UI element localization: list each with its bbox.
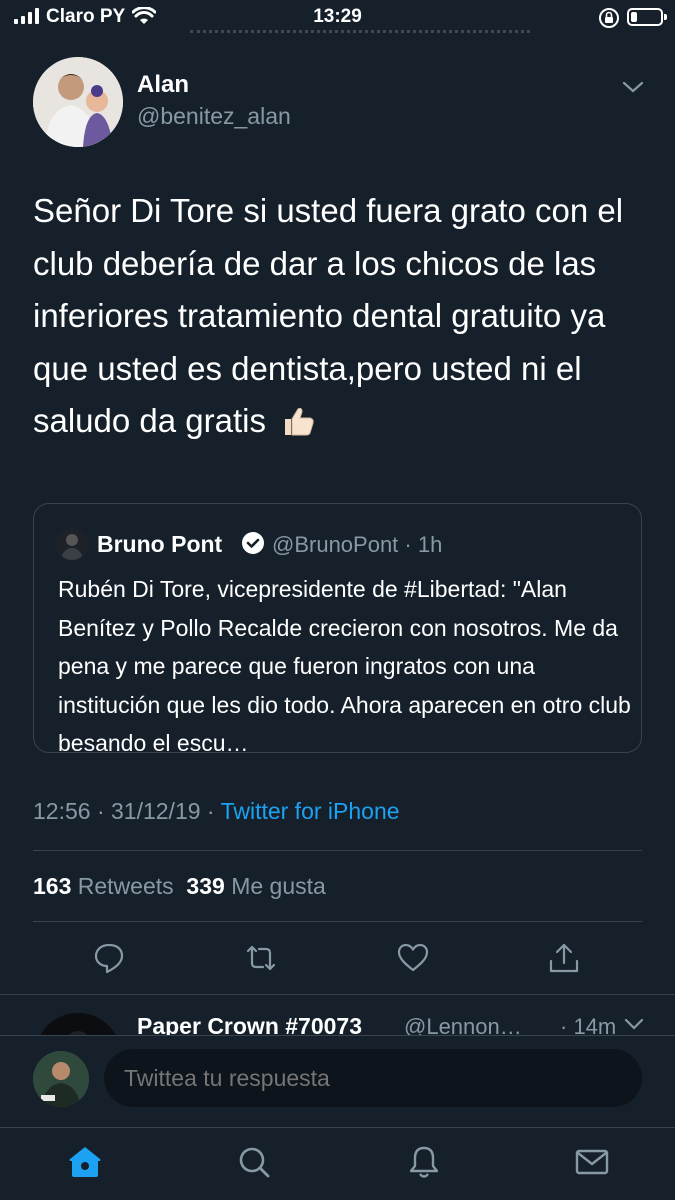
tweet-timestamp: 12:56 · 31/12/19 · Twitter for iPhone bbox=[33, 798, 400, 825]
share-icon[interactable] bbox=[547, 941, 581, 975]
quote-author-handle: @BrunoPont · 1h bbox=[272, 532, 443, 557]
reply-composer bbox=[0, 1035, 675, 1127]
bottom-tab-bar bbox=[0, 1127, 675, 1200]
author-handle[interactable]: @benitez_alan bbox=[137, 103, 291, 130]
tweet-time: 12:56 · 31/12/19 · bbox=[33, 798, 221, 824]
quote-text: Rubén Di Tore, vicepresidente de #Libert… bbox=[58, 576, 631, 756]
reply-input[interactable] bbox=[104, 1049, 642, 1107]
messages-envelope-icon[interactable] bbox=[574, 1144, 610, 1180]
quoted-tweet[interactable]: Bruno Pont @BrunoPont · 1h Rubén Di Tore… bbox=[33, 503, 642, 756]
verified-badge-icon bbox=[242, 532, 264, 554]
previous-tweet-edge bbox=[190, 24, 530, 34]
current-user-avatar[interactable] bbox=[33, 1051, 89, 1107]
tweet-stats: 163 Retweets 339 Me gusta bbox=[33, 873, 326, 900]
retweets-label[interactable]: Retweets bbox=[78, 873, 174, 899]
quote-author-name[interactable]: Bruno Pont bbox=[97, 531, 222, 558]
search-icon[interactable] bbox=[236, 1144, 272, 1180]
battery-icon bbox=[627, 8, 667, 26]
like-count[interactable]: 339 bbox=[186, 873, 224, 899]
notifications-bell-icon[interactable] bbox=[406, 1144, 442, 1180]
tweet-source-link[interactable]: Twitter for iPhone bbox=[221, 798, 400, 824]
rotation-lock-icon bbox=[599, 8, 619, 28]
retweet-count[interactable]: 163 bbox=[33, 873, 71, 899]
thumbs-up-emoji bbox=[285, 407, 314, 436]
author-name[interactable]: Alan bbox=[137, 71, 189, 99]
avatar[interactable] bbox=[33, 57, 123, 147]
divider bbox=[33, 850, 642, 851]
likes-label[interactable]: Me gusta bbox=[231, 873, 326, 899]
home-icon[interactable] bbox=[67, 1144, 103, 1180]
divider bbox=[0, 994, 675, 995]
chevron-down-icon[interactable] bbox=[624, 1018, 644, 1030]
quote-avatar[interactable] bbox=[56, 528, 88, 560]
reply-icon[interactable] bbox=[92, 941, 126, 975]
tweet-text: Señor Di Tore si usted fuera grato con e… bbox=[33, 185, 645, 448]
divider bbox=[33, 921, 642, 922]
like-heart-icon[interactable] bbox=[396, 941, 430, 975]
chevron-down-icon[interactable] bbox=[622, 80, 644, 94]
tweet-body: Señor Di Tore si usted fuera grato con e… bbox=[33, 192, 624, 439]
retweet-icon[interactable] bbox=[244, 941, 278, 975]
